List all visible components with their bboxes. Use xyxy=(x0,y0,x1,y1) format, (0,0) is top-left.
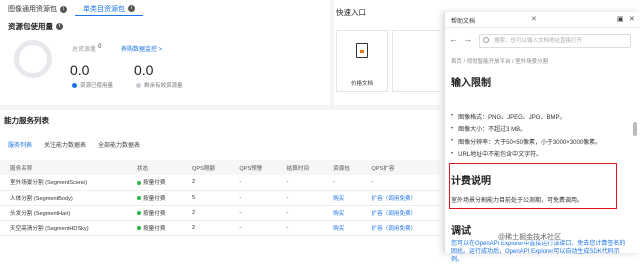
ability-subtabs: 服务列表 关注能力数据表 全部能力数据表 xyxy=(8,140,140,149)
expand-link[interactable]: 扩容（调用免费） xyxy=(361,205,440,221)
status-dot xyxy=(137,226,142,231)
buy-link[interactable]: 购买 xyxy=(323,220,362,236)
table-row: 人体分割 (SegmentBody) 按量付费 5- - 购买 扩容（调用免费） xyxy=(0,190,440,206)
usage-title: 资源包使用量 i xyxy=(8,21,63,32)
close-icon[interactable]: ✕ xyxy=(629,15,635,23)
service-name: 天空高清分割 (SegmentHDSky) xyxy=(0,220,128,236)
qps-cell: 2 xyxy=(182,220,230,236)
info-icon: i xyxy=(56,23,63,30)
debug-text[interactable]: 您可以在OpenAPI Explorer中直接运行该接口，免去您计算签名的困扰。… xyxy=(451,240,631,264)
package-tabs: 图像通用资源包 i 单类目资源包 i xyxy=(0,2,143,16)
status-cell: 按量付费 xyxy=(127,220,183,236)
used-dot xyxy=(72,82,77,88)
service-name: 头发分割 (SegmentHair) xyxy=(0,205,128,221)
warn-cell: - xyxy=(229,175,277,191)
console-panel: 图像通用资源包 i 单类目资源包 i 资源包使用量 i 总资源量 0 养购数据监控 >… xyxy=(0,0,440,253)
document-icon xyxy=(356,43,368,58)
breadcrumb: 首页 / 视觉智能开放平台 / 室外场景分割 xyxy=(451,59,549,65)
price-doc-label: 价格文档 xyxy=(350,81,373,87)
buy-monitor-link[interactable]: 养购数据监控 > xyxy=(121,44,162,53)
remaining-dot xyxy=(136,82,141,88)
service-name: 人体分割 (SegmentBody) xyxy=(0,190,128,206)
remaining-value: 0.0 xyxy=(134,62,154,78)
list-item: 图像大小：不超过3 MB。 xyxy=(451,123,601,136)
table-header: 服务名称 状态 QPS限额 QPS预警 结算时间 资源包 QPS扩容 xyxy=(0,160,440,175)
info-icon: i xyxy=(60,5,67,13)
help-search-input[interactable]: 搜索：也可以输入文档地址直接打开 xyxy=(479,34,631,48)
total-label: 总资源量 xyxy=(72,47,97,53)
window-icon[interactable]: ▣ xyxy=(617,15,624,23)
used-value: 0.0 xyxy=(70,62,90,78)
table-row: 天空高清分割 (SegmentHDSky) 按量付费 2- - 购买 扩容（调用免费） xyxy=(0,220,440,236)
tab-single-package[interactable]: 单类目资源包 i xyxy=(75,2,143,16)
price-doc-tile[interactable]: 价格文档 xyxy=(336,30,388,92)
forward-icon[interactable]: → xyxy=(463,34,472,44)
qps-cell: 2 xyxy=(182,205,230,221)
billing-text: 室外场景分割能力目前处于公测期，可免费调用。 xyxy=(451,198,584,204)
status-dot xyxy=(137,196,142,201)
back-icon[interactable]: ← xyxy=(449,34,458,44)
info-icon: i xyxy=(128,5,135,12)
qps-cell: 5 xyxy=(182,190,230,206)
status-cell: 按量付费 xyxy=(127,205,183,221)
warn-cell: - xyxy=(229,190,277,206)
quick-title: 快速入口 xyxy=(336,8,366,17)
remaining-legend: 剩余有效资源量 xyxy=(136,81,183,89)
resource-card: 图像通用资源包 i 单类目资源包 i 资源包使用量 i 总资源量 0 养购数据监控 >… xyxy=(0,0,330,105)
help-title: 帮助文档 xyxy=(451,19,476,25)
section-billing: 计费说明 xyxy=(451,176,491,187)
status-cell: 按量付费 xyxy=(127,190,183,206)
status-dot xyxy=(137,180,142,185)
expand-link[interactable]: 扩容（调用免费） xyxy=(361,190,440,206)
watermark: @稀土掘金技术社区 xyxy=(498,232,562,242)
time-cell: - xyxy=(276,205,324,221)
status-dot xyxy=(137,211,142,216)
tab-general-package[interactable]: 图像通用资源包 i xyxy=(0,2,75,16)
list-item: 图像分辨率：大于50×50像素，小于3000×3000像素。 xyxy=(451,135,601,148)
table-row: 室外场景分割 (SegmentScene) 按量付费 2- - - - xyxy=(0,175,440,191)
usage-ring-chart xyxy=(14,40,52,78)
help-header: 帮助文档 ✕ ▣ ✕ xyxy=(445,12,640,28)
subtab-all[interactable]: 全部能力数据表 xyxy=(98,140,140,149)
used-legend: 资源已使用量 xyxy=(72,81,113,89)
close-icon[interactable]: ✕ xyxy=(531,15,537,23)
subtab-services[interactable]: 服务列表 xyxy=(8,140,32,149)
help-nav: ← → 搜索：也可以输入文档地址直接打开 xyxy=(445,30,640,52)
section-input-limits: 输入限制 xyxy=(451,78,491,89)
ability-title: 能力服务列表 xyxy=(4,116,49,125)
section-debug: 调试 xyxy=(451,226,471,237)
quick-tile-2[interactable] xyxy=(392,30,440,92)
scrollbar[interactable] xyxy=(633,122,637,136)
service-name: 室外场景分割 (SegmentScene) xyxy=(0,175,128,191)
time-cell: - xyxy=(276,190,324,206)
buy-link: - xyxy=(323,175,362,191)
table-row: 头发分割 (SegmentHair) 按量付费 2- - 购买 扩容（调用免费） xyxy=(0,205,440,221)
status-cell: 按量付费 xyxy=(127,175,183,191)
qps-cell: 2 xyxy=(182,175,230,191)
service-table: 服务名称 状态 QPS限额 QPS预警 结算时间 资源包 QPS扩容 室外场景分割 (Seg… xyxy=(0,160,440,236)
help-doc-panel: 帮助文档 ✕ ▣ ✕ ← → 搜索：也可以输入文档地址直接打开 首页 / 视觉智… xyxy=(444,12,640,263)
warn-cell: - xyxy=(229,220,277,236)
time-cell: - xyxy=(276,220,324,236)
warn-cell: - xyxy=(229,205,277,221)
subtab-followed[interactable]: 关注能力数据表 xyxy=(44,140,86,149)
search-icon xyxy=(483,37,489,43)
time-cell: - xyxy=(276,175,324,191)
list-item: 图像格式：PNG、JPEG、JPG、BMP。 xyxy=(451,110,601,123)
total-value: 0 xyxy=(98,44,102,50)
buy-link[interactable]: 购买 xyxy=(323,190,362,206)
expand-link: - xyxy=(361,175,440,191)
list-item: URL地址中不能包含中文字符。 xyxy=(451,148,601,161)
expand-link[interactable]: 扩容（调用免费） xyxy=(361,220,440,236)
buy-link[interactable]: 购买 xyxy=(323,205,362,221)
limit-list: 图像格式：PNG、JPEG、JPG、BMP。 图像大小：不超过3 MB。 图像分… xyxy=(451,110,601,160)
